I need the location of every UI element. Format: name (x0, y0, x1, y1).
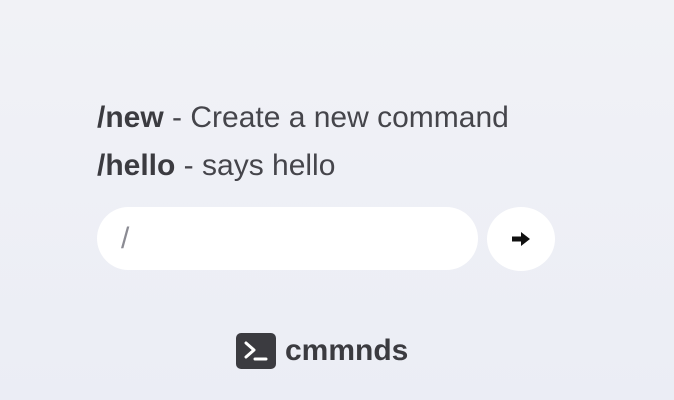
command-name: /new (97, 101, 164, 134)
command-name: /hello (97, 149, 176, 182)
terminal-icon (236, 333, 276, 369)
command-item-new: /new - Create a new command (97, 94, 577, 142)
submit-button[interactable] (487, 207, 555, 271)
command-input-wrapper (97, 207, 478, 270)
brand: cmmnds (236, 331, 408, 371)
command-input[interactable] (97, 207, 478, 270)
command-item-hello: /hello - says hello (97, 142, 577, 190)
command-list: /new - Create a new command /hello - say… (97, 94, 577, 190)
command-description: - says hello (175, 149, 336, 182)
command-description: - Create a new command (163, 101, 509, 134)
arrow-right-icon (512, 232, 530, 246)
brand-name: cmmnds (285, 334, 409, 367)
